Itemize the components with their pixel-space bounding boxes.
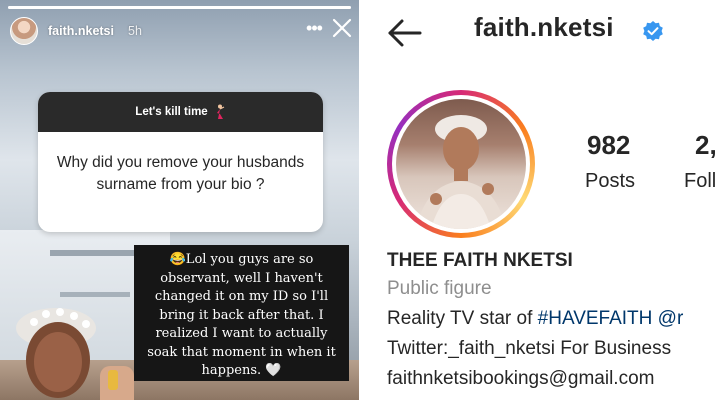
profile-avatar-frame xyxy=(392,95,530,233)
profile-avatar-ring[interactable] xyxy=(387,90,535,238)
more-horizontal-icon[interactable]: ••• xyxy=(304,19,324,39)
close-icon[interactable] xyxy=(331,17,353,39)
story-progress-fill xyxy=(8,6,351,9)
profile-panel: faith.nketsi 982 Posts 2, Foll THEE FAIT… xyxy=(365,0,720,400)
question-text: Why did you remove your husbands surname… xyxy=(56,154,305,193)
story-panel[interactable]: faith.nketsi 5h ••• Let's kill time Why … xyxy=(0,0,359,400)
dancer-icon xyxy=(216,104,224,119)
profile-username: faith.nketsi xyxy=(474,12,614,42)
story-background-shelf xyxy=(50,250,140,256)
story-timestamp: 5h xyxy=(128,24,142,38)
posts-count[interactable]: 982 xyxy=(587,130,630,161)
story-avatar[interactable] xyxy=(10,17,38,45)
bio-line: Twitter:_faith_nketsi For Business xyxy=(387,338,672,359)
question-sticker-header: Let's kill time xyxy=(38,92,323,132)
story-username[interactable]: faith.nketsi xyxy=(48,24,114,38)
question-sticker-title: Let's kill time xyxy=(135,106,208,118)
story-person-photo xyxy=(16,308,134,400)
verified-badge-icon xyxy=(643,21,663,41)
profile-avatar-illustration xyxy=(416,115,506,229)
followers-label[interactable]: Foll xyxy=(684,170,716,193)
profile-avatar xyxy=(396,99,526,229)
question-sticker[interactable]: Let's kill time Why did you remove your … xyxy=(38,92,323,232)
bio-email[interactable]: faithnketsibookings@gmail.com xyxy=(387,368,654,390)
profile-category: Public figure xyxy=(387,278,492,299)
profile-display-name: THEE FAITH NKETSI xyxy=(387,250,573,271)
story-progress-bar xyxy=(8,6,351,9)
posts-label[interactable]: Posts xyxy=(585,170,635,193)
bio-line: Reality TV star of #HAVEFAITH @r xyxy=(387,308,683,330)
bio-text: Reality TV star of xyxy=(387,308,538,329)
back-arrow-icon[interactable] xyxy=(387,18,423,48)
bio-hashtag-link[interactable]: #HAVEFAITH @r xyxy=(538,308,684,329)
story-answer-text: 😂Lol you guys are so observant, well I h… xyxy=(134,245,349,381)
story-background-shelf xyxy=(60,292,130,297)
followers-count[interactable]: 2, xyxy=(695,130,717,161)
story-header: faith.nketsi 5h ••• xyxy=(10,17,352,47)
